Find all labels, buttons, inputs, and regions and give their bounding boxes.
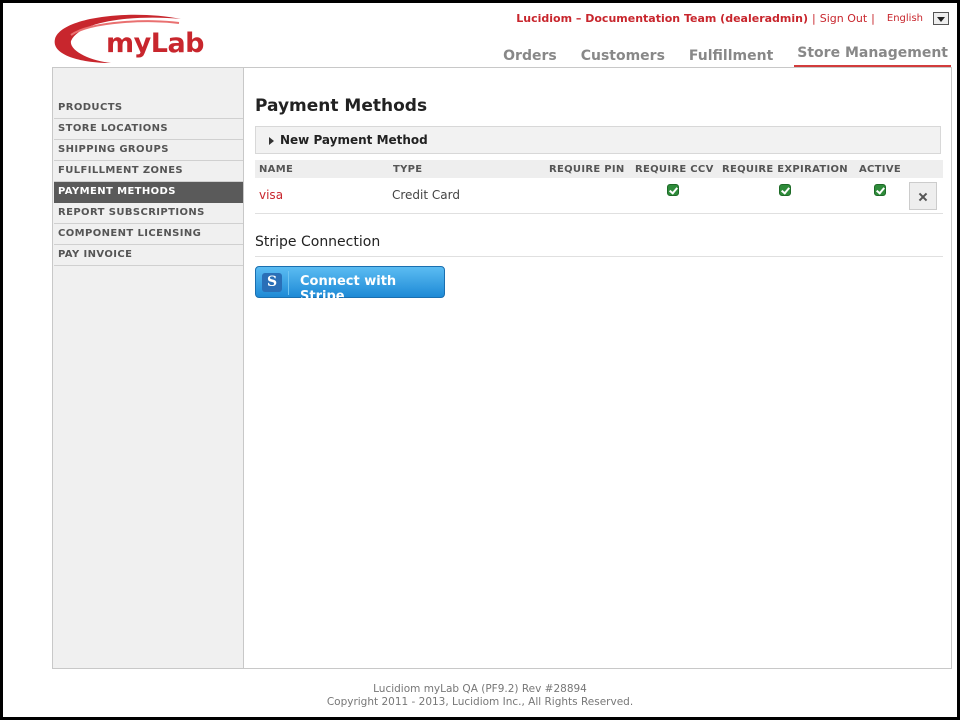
- payment-method-name-link[interactable]: visa: [259, 188, 283, 202]
- user-bar: Lucidiom – Documentation Team (dealeradm…: [516, 9, 949, 27]
- mylab-logo[interactable]: myLab: [51, 11, 211, 67]
- language-dropdown-icon[interactable]: [933, 11, 949, 25]
- sidebar-item-report-subscriptions[interactable]: REPORT SUBSCRIPTIONS: [54, 203, 243, 224]
- expand-triangle-icon: [269, 137, 274, 145]
- button-divider: [288, 271, 289, 295]
- language-select-value[interactable]: English: [887, 13, 923, 24]
- separator: |: [871, 11, 875, 25]
- payment-method-type: Credit Card: [392, 188, 460, 202]
- sidebar: PRODUCTS STORE LOCATIONS SHIPPING GROUPS…: [52, 67, 244, 669]
- connect-with-stripe-label: Connect with Stripe: [300, 274, 397, 304]
- nav-fulfillment[interactable]: Fulfillment: [686, 48, 776, 68]
- nav-orders[interactable]: Orders: [500, 48, 560, 68]
- sidebar-item-shipping-groups[interactable]: SHIPPING GROUPS: [54, 140, 243, 161]
- table-header: NAME TYPE REQUIRE PIN REQUIRE CCV REQUIR…: [255, 160, 943, 178]
- app-window: myLab Lucidiom – Documentation Team (dea…: [3, 3, 957, 717]
- sidebar-item-pay-invoice[interactable]: PAY INVOICE: [54, 245, 243, 266]
- column-header-name: NAME: [259, 164, 294, 175]
- footer-version: Lucidiom myLab QA (PF9.2) Rev #28894: [373, 683, 587, 695]
- sidebar-item-component-licensing[interactable]: COMPONENT LICENSING: [54, 224, 243, 245]
- nav-store-management[interactable]: Store Management: [794, 45, 951, 68]
- user-name[interactable]: Lucidiom – Documentation Team (dealeradm…: [516, 12, 808, 25]
- sidebar-item-store-locations[interactable]: STORE LOCATIONS: [54, 119, 243, 140]
- nav-customers[interactable]: Customers: [578, 48, 668, 68]
- sign-out-link[interactable]: Sign Out: [820, 12, 867, 25]
- new-payment-method-toggle[interactable]: New Payment Method: [255, 126, 941, 154]
- payment-methods-table: NAME TYPE REQUIRE PIN REQUIRE CCV REQUIR…: [255, 160, 943, 214]
- column-header-active: ACTIVE: [859, 164, 901, 175]
- top-navigation: Orders Customers Fulfillment Store Manag…: [482, 45, 951, 68]
- table-row: visa Credit Card: [255, 178, 943, 214]
- sidebar-menu: PRODUCTS STORE LOCATIONS SHIPPING GROUPS…: [54, 98, 243, 266]
- page-title: Payment Methods: [255, 96, 428, 116]
- column-header-require-expiration: REQUIRE EXPIRATION: [722, 164, 848, 175]
- sidebar-item-fulfillment-zones[interactable]: FULFILLMENT ZONES: [54, 161, 243, 182]
- new-payment-method-label: New Payment Method: [280, 133, 428, 147]
- require-ccv-check-icon: [667, 184, 679, 196]
- logo-text: myLab: [106, 28, 205, 59]
- column-header-require-pin: REQUIRE PIN: [549, 164, 625, 175]
- footer-copyright: Copyright 2011 - 2013, Lucidiom Inc., Al…: [326, 696, 634, 708]
- connect-with-stripe-button[interactable]: S Connect with Stripe: [255, 266, 445, 304]
- footer: Lucidiom myLab QA (PF9.2) Rev #28894 Cop…: [3, 683, 957, 709]
- main-content: Payment Methods New Payment Method NAME …: [243, 67, 952, 669]
- sidebar-item-products[interactable]: PRODUCTS: [54, 98, 243, 119]
- require-expiration-check-icon: [779, 184, 791, 196]
- column-header-require-ccv: REQUIRE CCV: [635, 164, 714, 175]
- active-check-icon: [874, 184, 886, 196]
- delete-payment-method-button[interactable]: [909, 182, 937, 210]
- separator: |: [812, 11, 816, 25]
- stripe-logo-icon: S: [262, 273, 282, 292]
- sidebar-item-payment-methods[interactable]: PAYMENT METHODS: [54, 182, 243, 203]
- column-header-type: TYPE: [393, 164, 423, 175]
- stripe-section-title: Stripe Connection: [255, 234, 943, 257]
